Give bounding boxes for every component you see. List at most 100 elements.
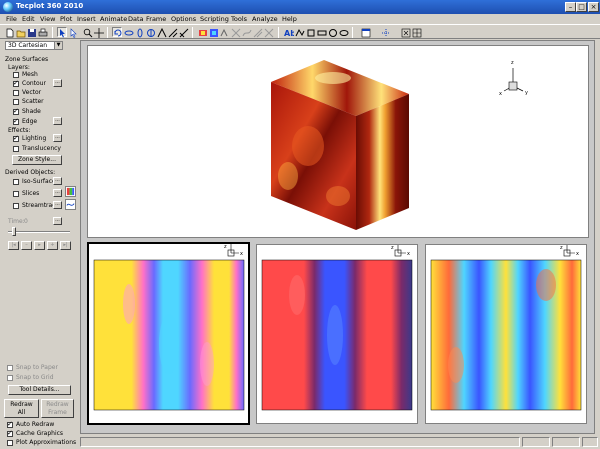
isosurface-tool-icon[interactable] xyxy=(252,27,263,38)
twist-icon[interactable] xyxy=(178,27,189,38)
streamtraces-details-button[interactable]: ... xyxy=(53,201,62,209)
frame-contour-3[interactable]: z x xyxy=(425,244,587,424)
slice-tool-icon[interactable] xyxy=(65,186,76,197)
frame-contour-1[interactable]: z x xyxy=(87,242,250,425)
translucency-checkbox[interactable] xyxy=(13,146,19,152)
edge-checkbox[interactable] xyxy=(13,117,19,125)
auto-redraw-checkbox[interactable] xyxy=(7,420,13,428)
extract-points-icon[interactable] xyxy=(380,27,390,37)
plot-approximations-checkbox[interactable] xyxy=(7,440,13,446)
menu-edit[interactable]: Edit xyxy=(22,15,35,23)
effects-label: Effects: xyxy=(8,127,31,134)
text-tool-icon[interactable]: Ab xyxy=(283,27,294,38)
close-button[interactable]: × xyxy=(588,2,599,12)
streamtrace-place-icon[interactable] xyxy=(65,199,76,210)
new-layout-icon[interactable] xyxy=(4,27,14,38)
mesh-tool-icon[interactable] xyxy=(263,27,274,38)
minimize-button[interactable]: – xyxy=(565,2,576,12)
lighting-details-button[interactable]: ... xyxy=(53,134,62,142)
menu-tools[interactable]: Tools xyxy=(231,15,247,23)
snap-to-paper-checkbox[interactable] xyxy=(7,365,13,371)
rotate-x-icon[interactable] xyxy=(123,27,134,37)
maximize-button[interactable]: □ xyxy=(576,2,587,12)
rotate-y-icon[interactable] xyxy=(134,27,144,38)
redraw-frame-button[interactable]: Redraw Frame xyxy=(41,399,74,418)
menu-file[interactable]: File xyxy=(6,15,17,23)
time-last-button[interactable]: ▸| xyxy=(60,241,71,250)
menu-view[interactable]: View xyxy=(40,15,55,23)
vector-checkbox[interactable] xyxy=(13,90,19,96)
square-tool-icon[interactable] xyxy=(305,27,315,37)
probe-icon[interactable] xyxy=(197,27,207,37)
contour-details-button[interactable]: ... xyxy=(53,79,62,87)
print-icon[interactable] xyxy=(37,27,48,37)
mesh-checkbox[interactable] xyxy=(13,72,19,78)
circle-tool-icon[interactable] xyxy=(327,27,337,37)
resize-grip-icon[interactable] xyxy=(582,437,598,447)
menu-data[interactable]: Data xyxy=(128,15,144,23)
cube-plot: z y x xyxy=(271,60,528,230)
snap-to-grid-checkbox[interactable] xyxy=(7,375,13,381)
menu-animate[interactable]: Animate xyxy=(100,15,127,23)
plot-type-select[interactable]: 3D Cartesian ▼ xyxy=(5,41,63,50)
time-slider-track[interactable] xyxy=(8,231,70,233)
status-bar xyxy=(80,435,600,449)
rotate-z-icon[interactable] xyxy=(145,27,155,37)
frame-3d-cube[interactable]: z y x xyxy=(87,45,589,238)
redraw-all-line1: Redraw xyxy=(10,401,33,408)
tool-details-button[interactable]: Tool Details... xyxy=(8,385,71,395)
slice-tool-icon[interactable] xyxy=(230,27,241,38)
scatter-checkbox[interactable] xyxy=(13,99,19,105)
streamtrace-tool-icon[interactable] xyxy=(241,27,252,37)
save-icon[interactable] xyxy=(26,27,36,37)
cache-graphics-label: Cache Graphics xyxy=(16,430,64,437)
axis-triad-icon xyxy=(503,68,524,92)
slices-checkbox[interactable] xyxy=(13,191,19,197)
menu-options[interactable]: Options xyxy=(171,15,196,23)
zoom-icon[interactable] xyxy=(82,27,93,38)
time-first-button[interactable]: |◂ xyxy=(8,241,19,250)
iso-surfaces-details-button[interactable]: ... xyxy=(53,177,62,185)
time-play-button[interactable]: ▸ xyxy=(34,241,45,250)
new-frame-icon[interactable] xyxy=(360,27,371,38)
zone-style-button[interactable]: Zone Style... xyxy=(12,155,62,165)
contour-tool-icon[interactable] xyxy=(208,27,218,37)
ellipse-tool-icon[interactable] xyxy=(338,27,349,37)
zone-edit-icon[interactable] xyxy=(411,27,422,38)
menu-scripting[interactable]: Scripting xyxy=(200,15,229,23)
time-slider-handle[interactable] xyxy=(12,227,16,236)
menu-insert[interactable]: Insert xyxy=(77,15,96,23)
polyline-tool-icon[interactable] xyxy=(294,27,305,37)
frame1-z-label: z xyxy=(224,244,227,250)
triad-z-label: z xyxy=(511,60,514,66)
menu-plot[interactable]: Plot xyxy=(60,15,72,23)
geometry-tool-icon[interactable] xyxy=(219,27,229,37)
rectangle-tool-icon[interactable] xyxy=(316,27,327,37)
contour-checkbox[interactable] xyxy=(13,79,19,87)
open-icon[interactable] xyxy=(15,27,26,38)
menu-help[interactable]: Help xyxy=(282,15,297,23)
selector-arrow-icon[interactable] xyxy=(57,27,67,38)
menu-frame[interactable]: Frame xyxy=(146,15,166,23)
time-details-button[interactable]: ... xyxy=(53,217,62,225)
frame-contour-2[interactable]: z x xyxy=(256,244,418,424)
menu-analyze[interactable]: Analyze xyxy=(252,15,278,23)
adjustor-icon[interactable] xyxy=(68,27,78,38)
edge-details-button[interactable]: ... xyxy=(53,117,62,125)
shade-checkbox[interactable] xyxy=(13,107,19,115)
roll-icon[interactable] xyxy=(167,27,178,38)
rotate-icon[interactable] xyxy=(112,27,122,37)
cache-graphics-checkbox[interactable] xyxy=(7,429,13,437)
frame2-z-label: z xyxy=(391,245,394,251)
redraw-all-button[interactable]: Redraw All xyxy=(4,399,39,418)
lighting-checkbox[interactable] xyxy=(13,134,19,142)
streamtraces-checkbox[interactable] xyxy=(13,203,19,209)
slices-details-button[interactable]: ... xyxy=(53,189,62,197)
iso-surfaces-checkbox[interactable] xyxy=(13,179,19,185)
zone-create-icon[interactable] xyxy=(400,27,411,38)
time-prev-button[interactable]: – xyxy=(21,241,32,250)
mesh-label: Mesh xyxy=(22,71,38,78)
time-next-button[interactable]: + xyxy=(47,241,58,250)
spin-icon[interactable] xyxy=(156,27,167,38)
translate-icon[interactable] xyxy=(93,27,104,38)
